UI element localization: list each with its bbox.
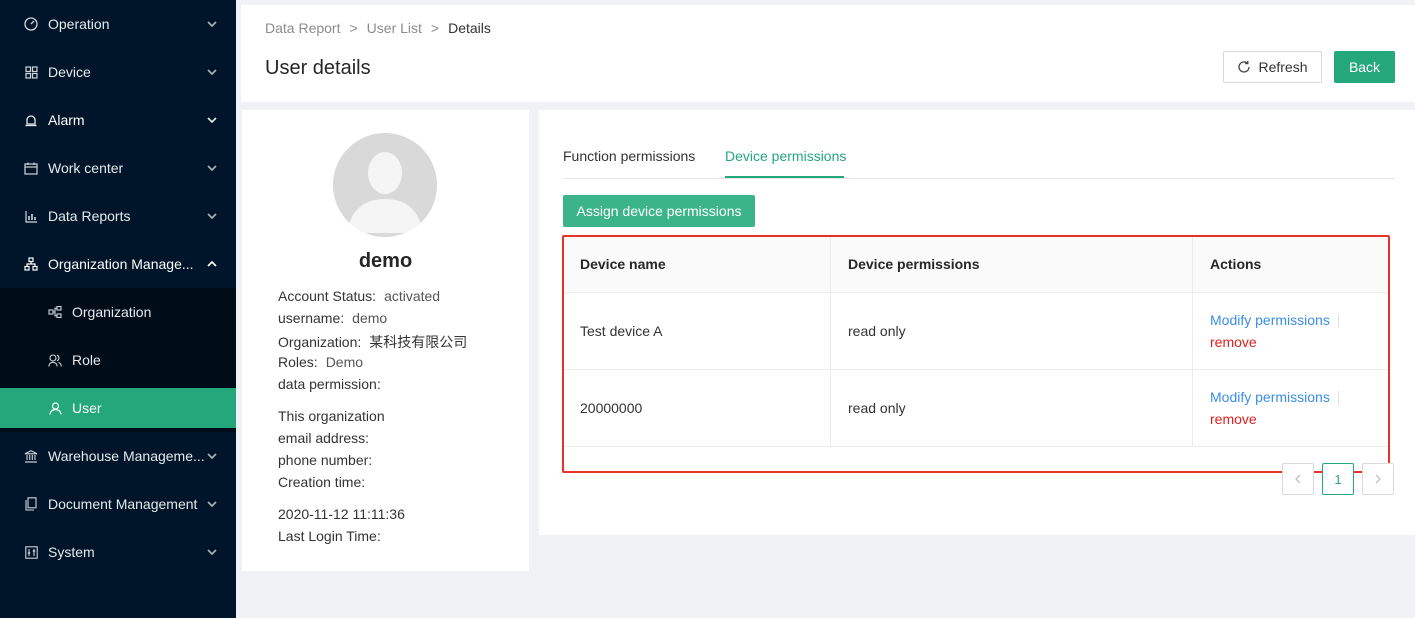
device-permission-cell: read only [831, 293, 1193, 369]
breadcrumb-current: Details [448, 20, 491, 36]
table-row: Test device A read only Modify permissio… [563, 293, 1389, 370]
breadcrumb-data-report[interactable]: Data Report [265, 20, 340, 36]
page-header: Data Report > User List > Details User detai… [241, 5, 1415, 102]
refresh-button-label: Refresh [1258, 59, 1308, 75]
assign-device-permissions-button[interactable]: Assign device permissions [563, 195, 755, 227]
sidebar-item-work-center[interactable]: Work center [0, 148, 236, 188]
dashboard-icon [24, 17, 38, 31]
sidebar-item-device[interactable]: Device [0, 52, 236, 92]
modify-permissions-link[interactable]: Modify permissions [1210, 389, 1339, 405]
remove-link[interactable]: remove [1210, 411, 1339, 427]
chevron-left-icon [1295, 474, 1301, 484]
device-name-cell: 20000000 [563, 370, 831, 446]
chevron-down-icon [207, 21, 217, 28]
sliders-icon [24, 545, 38, 559]
column-header-actions: Actions [1210, 255, 1262, 272]
creation-time: Creation time: [278, 474, 366, 490]
device-permission-cell: read only [831, 370, 1193, 446]
actions-cell: Modify permissions remove [1193, 370, 1389, 446]
sidebar-subitem-user[interactable]: User [0, 388, 236, 428]
data-permission-value: This organization [278, 408, 385, 424]
tab-device-permissions[interactable]: Device permissions [725, 148, 846, 164]
pagination-page-1[interactable]: 1 [1322, 463, 1354, 495]
username: username: demo [278, 310, 388, 326]
sidebar-item-label: Alarm [48, 112, 85, 128]
org-chart-icon [24, 257, 38, 271]
chevron-down-icon [207, 501, 217, 508]
modify-permissions-link[interactable]: Modify permissions [1210, 312, 1339, 328]
bank-icon [24, 449, 38, 463]
chevron-down-icon [207, 213, 217, 220]
device-name-cell: Test device A [563, 293, 831, 369]
sidebar-item-label: Operation [48, 16, 110, 32]
remove-link[interactable]: remove [1210, 334, 1339, 350]
phone-number: phone number: [278, 452, 373, 468]
user-icon [48, 401, 62, 415]
chevron-down-icon [207, 117, 217, 124]
actions-cell: Modify permissions remove [1193, 293, 1389, 369]
back-button[interactable]: Back [1334, 51, 1395, 83]
users-icon [48, 353, 62, 367]
bar-chart-icon [24, 209, 38, 223]
sidebar-item-label: Document Management [48, 496, 198, 512]
pagination-prev-button[interactable] [1282, 463, 1314, 495]
sidebar: Operation Device Alarm Work center Data … [0, 0, 236, 618]
tab-function-permissions[interactable]: Function permissions [563, 148, 695, 164]
active-tab-indicator [725, 176, 844, 178]
chevron-down-icon [207, 549, 217, 556]
column-header-device-permissions: Device permissions [831, 235, 1193, 292]
table-row: 20000000 read only Modify permissions re… [563, 370, 1389, 447]
sidebar-item-label: Work center [48, 160, 124, 176]
sidebar-item-system[interactable]: System [0, 532, 236, 572]
last-login-time: Last Login Time: [278, 528, 381, 544]
creation-time-value: 2020-11-12 11:11:36 [278, 506, 405, 522]
document-icon [24, 497, 38, 511]
sidebar-subitem-label: User [72, 400, 102, 416]
column-header-device-name: Device name [563, 235, 831, 292]
sidebar-item-document-management[interactable]: Document Management [0, 484, 236, 524]
breadcrumb: Data Report > User List > Details [265, 20, 491, 36]
sidebar-subitem-label: Organization [72, 304, 152, 320]
sidebar-subitem-organization[interactable]: Organization [0, 292, 236, 332]
refresh-icon [1238, 61, 1251, 73]
breadcrumb-separator: > [430, 20, 440, 36]
breadcrumb-separator: > [349, 20, 358, 36]
sidebar-item-organization-management[interactable]: Organization Manage... [0, 244, 236, 284]
avatar [333, 133, 437, 237]
table-header-row: Device name Device permissions Actions [563, 235, 1389, 293]
chevron-down-icon [207, 69, 217, 76]
sidebar-subitem-role[interactable]: Role [0, 340, 236, 380]
default-avatar-icon [333, 133, 437, 237]
sidebar-item-label: System [48, 544, 95, 560]
sidebar-item-warehouse-management[interactable]: Warehouse Manageme... [0, 436, 236, 476]
alarm-icon [24, 113, 38, 127]
pagination-next-button[interactable] [1362, 463, 1394, 495]
sidebar-subitem-label: Role [72, 352, 101, 368]
page-title: User details [265, 57, 371, 79]
email-address: email address: [278, 430, 370, 446]
chevron-up-icon [207, 260, 217, 267]
calendar-icon [24, 161, 38, 175]
refresh-button[interactable]: Refresh [1223, 51, 1322, 83]
grid-icon [24, 65, 38, 79]
sidebar-item-alarm[interactable]: Alarm [0, 100, 236, 140]
breadcrumb-user-list[interactable]: User List [367, 20, 422, 36]
sidebar-item-operation[interactable]: Operation [0, 4, 236, 44]
data-permission: data permission: [278, 376, 381, 392]
account-status: Account Status: activated [278, 288, 441, 304]
sidebar-item-label: Warehouse Manageme... [48, 448, 205, 464]
profile-name: demo [358, 250, 413, 272]
roles: Roles: Demo [278, 354, 364, 370]
profile-card: demo Account Status: activated username: d… [242, 110, 529, 571]
chevron-down-icon [207, 453, 217, 460]
permission-tabs: Function permissions Device permissions [563, 138, 1395, 179]
chevron-down-icon [207, 165, 217, 172]
sidebar-item-label: Data Reports [48, 208, 131, 224]
chevron-right-icon [1375, 474, 1381, 484]
sidebar-item-label: Device [48, 64, 91, 80]
cluster-icon [48, 305, 62, 319]
sidebar-item-data-reports[interactable]: Data Reports [0, 196, 236, 236]
sidebar-item-label: Organization Manage... [48, 256, 194, 272]
organization: Organization: 某科技有限公司 [278, 334, 468, 350]
